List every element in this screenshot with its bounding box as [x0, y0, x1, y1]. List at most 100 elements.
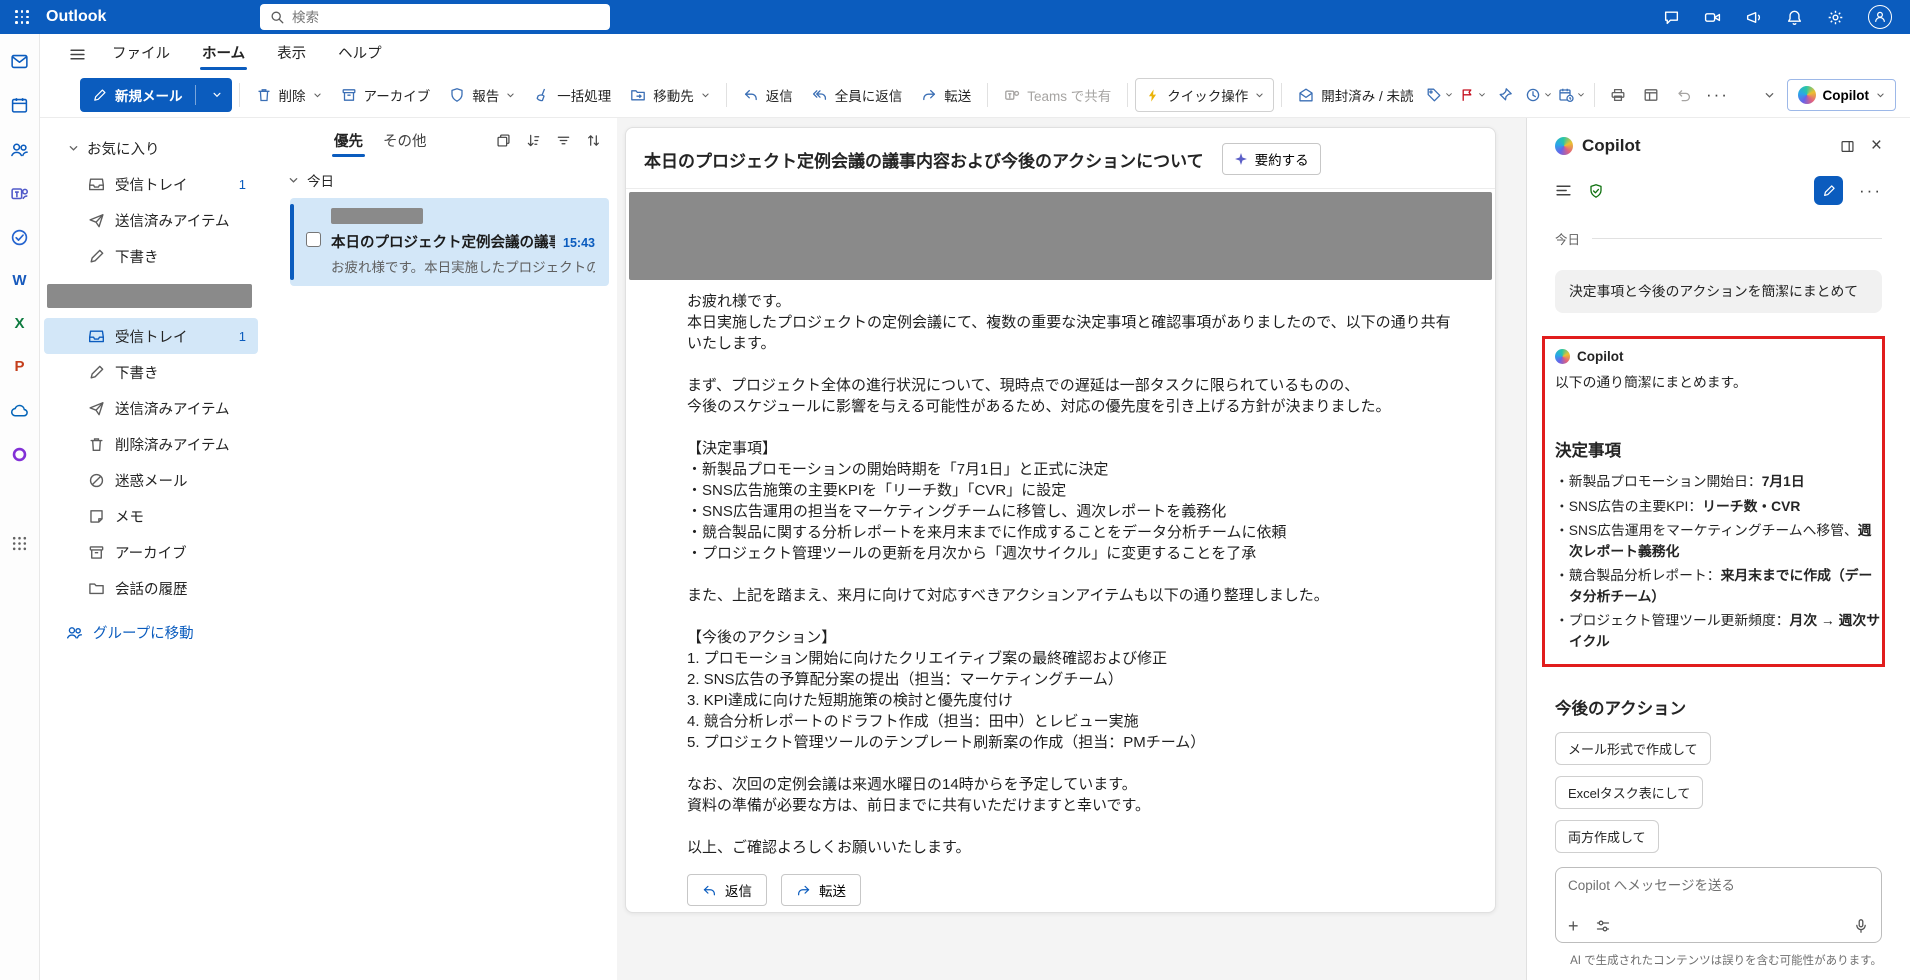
select-messages-icon[interactable]: [496, 133, 511, 148]
chat-icon[interactable]: [1663, 9, 1680, 26]
mail-open-icon: [1298, 87, 1314, 103]
teams-icon: [1004, 87, 1020, 103]
word-app-icon[interactable]: W: [12, 272, 26, 290]
reply-button[interactable]: 返信: [687, 874, 767, 906]
sidebar-item-sent[interactable]: 送信済みアイテム: [44, 390, 258, 426]
undo-icon[interactable]: [1668, 78, 1700, 112]
more-options-icon[interactable]: ···: [1859, 183, 1882, 199]
new-chat-button[interactable]: [1814, 176, 1843, 205]
megaphone-icon[interactable]: [1745, 9, 1762, 26]
suggestion-chip-both[interactable]: 両方作成して: [1555, 820, 1659, 853]
todo-app-icon[interactable]: [10, 228, 29, 247]
sidebar-item-fav-sent[interactable]: 送信済みアイテム: [44, 202, 258, 238]
reply-all-icon: [812, 87, 828, 103]
quick-steps-button[interactable]: クイック操作: [1135, 78, 1274, 112]
read-unread-button[interactable]: 開封済み / 未読: [1289, 78, 1422, 112]
sort-icon[interactable]: [526, 133, 541, 148]
folder-icon: [88, 580, 105, 597]
collapse-ribbon-chevron-icon[interactable]: [1754, 78, 1786, 112]
more-commands-icon[interactable]: ···: [1701, 78, 1733, 112]
flag-icon[interactable]: [1456, 78, 1488, 112]
microphone-icon[interactable]: [1853, 918, 1869, 934]
sidebar-item-archive[interactable]: アーカイブ: [44, 534, 258, 570]
meet-video-icon[interactable]: [1704, 9, 1721, 26]
sidebar-item-history[interactable]: 会話の履歴: [44, 570, 258, 606]
reorder-arrows-icon[interactable]: [586, 133, 601, 148]
reply-all-button[interactable]: 全員に返信: [803, 78, 912, 112]
conversation-list-icon[interactable]: [1555, 182, 1572, 199]
sidebar-item-notes[interactable]: メモ: [44, 498, 258, 534]
calendar-app-icon[interactable]: [10, 96, 29, 115]
loop-app-icon[interactable]: [10, 445, 29, 464]
email-checkbox[interactable]: [306, 232, 321, 247]
mail-app-icon[interactable]: [10, 52, 29, 71]
teams-app-icon[interactable]: [10, 184, 29, 203]
onedrive-app-icon[interactable]: [10, 401, 29, 420]
tab-focused[interactable]: 優先: [324, 121, 373, 160]
bell-icon[interactable]: [1786, 9, 1803, 26]
powerpoint-app-icon[interactable]: P: [14, 358, 24, 376]
filter-icon[interactable]: [556, 133, 571, 148]
go-to-groups-link[interactable]: グループに移動: [40, 622, 262, 643]
tab-file[interactable]: ファイル: [98, 35, 184, 72]
reply-button-ribbon[interactable]: 返信: [734, 78, 802, 112]
immersive-reader-icon[interactable]: [1635, 78, 1667, 112]
favorites-header[interactable]: お気に入り: [44, 130, 258, 166]
sidebar-item-inbox[interactable]: 受信トレイ 1: [44, 318, 258, 354]
chevron-down-icon[interactable]: [204, 90, 230, 100]
sidebar-item-fav-inbox[interactable]: 受信トレイ 1: [44, 166, 258, 202]
copilot-input-box[interactable]: +: [1555, 867, 1882, 943]
gear-icon[interactable]: [1827, 9, 1844, 26]
inbox-icon: [88, 328, 105, 345]
copilot-message-input[interactable]: [1568, 878, 1869, 893]
app-launcher-icon[interactable]: [0, 0, 44, 34]
copilot-logo-icon: [1798, 86, 1816, 104]
tab-other-label: その他: [383, 134, 427, 150]
move-to-button[interactable]: 移動先: [621, 78, 719, 112]
tab-home[interactable]: ホーム: [188, 35, 259, 72]
pin-icon[interactable]: [1489, 78, 1521, 112]
clock-icon[interactable]: [1522, 78, 1554, 112]
archive-button[interactable]: アーカイブ: [332, 78, 440, 112]
sidebar-item-drafts[interactable]: 下書き: [44, 354, 258, 390]
schedule-calendar-icon[interactable]: [1555, 78, 1587, 112]
folder-label: 送信済みアイテム: [115, 210, 230, 231]
people-app-icon[interactable]: [10, 140, 29, 159]
tab-view[interactable]: 表示: [263, 35, 320, 72]
sidebar-item-junk[interactable]: 迷惑メール: [44, 462, 258, 498]
excel-app-icon[interactable]: X: [14, 315, 24, 333]
new-mail-button[interactable]: 新規メール: [80, 78, 232, 112]
email-list-item[interactable]: 本日のプロジェクト定例会議の議事… 15:43 お疲れ様です。本日実施したプロジ…: [290, 198, 609, 286]
summarize-button[interactable]: 要約する: [1222, 143, 1321, 175]
folder-label: 下書き: [115, 362, 159, 383]
hamburger-menu-icon[interactable]: [60, 38, 94, 70]
delete-button[interactable]: 削除: [247, 78, 331, 112]
tab-help[interactable]: ヘルプ: [324, 35, 396, 72]
archive-label: アーカイブ: [364, 85, 431, 105]
suggestion-chip-excel[interactable]: Excelタスク表にして: [1555, 776, 1703, 809]
user-avatar[interactable]: [1868, 5, 1892, 29]
more-apps-icon[interactable]: [11, 535, 28, 552]
search-box[interactable]: [260, 4, 610, 30]
copilot-ribbon-button[interactable]: Copilot: [1787, 79, 1897, 111]
forward-button[interactable]: 転送: [781, 874, 861, 906]
close-icon[interactable]: ×: [1871, 138, 1882, 154]
sidebar-item-fav-drafts[interactable]: 下書き: [44, 238, 258, 274]
options-sliders-icon[interactable]: [1595, 918, 1611, 934]
add-content-icon[interactable]: +: [1568, 919, 1579, 933]
summarize-label: 要約する: [1255, 149, 1309, 169]
tag-icon[interactable]: [1423, 78, 1455, 112]
print-icon[interactable]: [1602, 78, 1634, 112]
sweep-button[interactable]: 一括処理: [525, 78, 620, 112]
folder-pane: お気に入り 受信トレイ 1 送信済みアイテム 下書き 受信トレイ 1 下書き 送…: [40, 118, 262, 980]
open-in-window-icon[interactable]: [1840, 139, 1855, 154]
share-to-teams-button[interactable]: Teams で共有: [995, 78, 1120, 112]
suggestion-chip-mail[interactable]: メール形式で作成して: [1555, 732, 1711, 765]
report-button[interactable]: 報告: [440, 78, 524, 112]
tab-other[interactable]: その他: [373, 121, 437, 160]
forward-button-ribbon[interactable]: 転送: [912, 78, 980, 112]
sidebar-item-deleted[interactable]: 削除済みアイテム: [44, 426, 258, 462]
search-input[interactable]: [292, 10, 600, 25]
shield-icon: [449, 87, 465, 103]
date-group-header[interactable]: 今日: [288, 170, 617, 190]
